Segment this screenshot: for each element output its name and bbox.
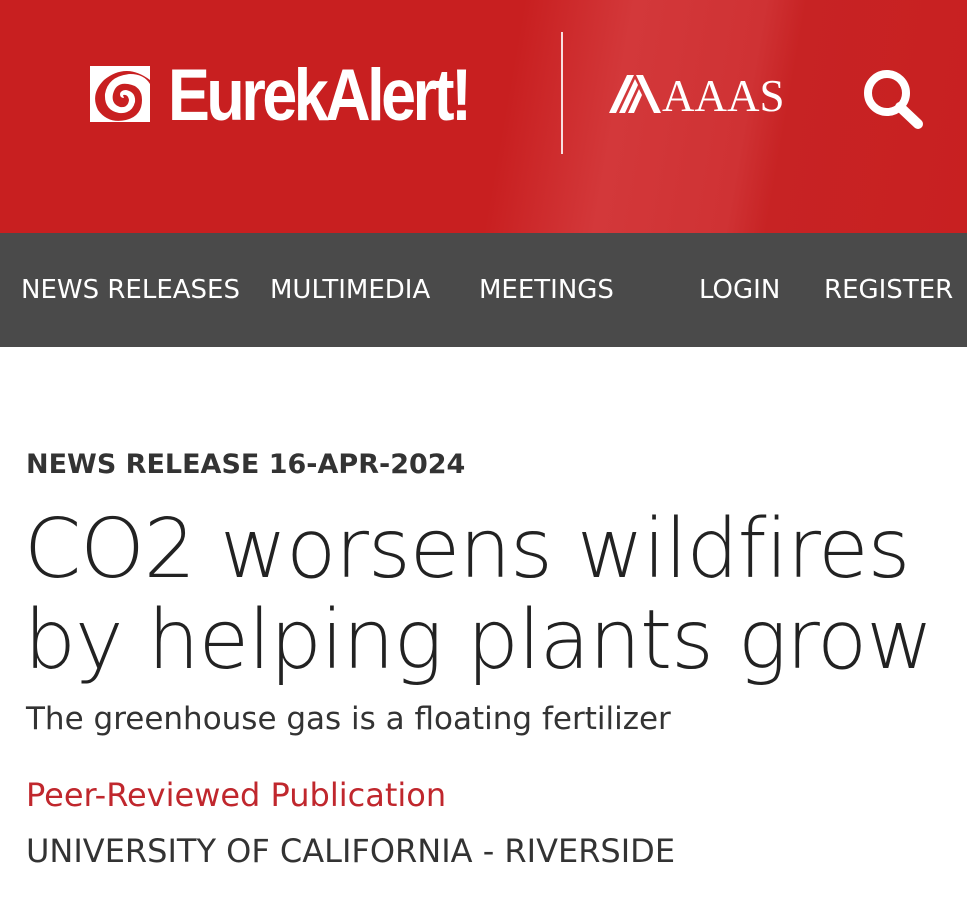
article-title-line-1: CO2 worsens wildfires: [24, 502, 910, 597]
article-subtitle: The greenhouse gas is a floating fertili…: [26, 701, 671, 737]
article-title-line-2: by helping plants grow: [24, 593, 933, 688]
nav-news-releases[interactable]: NEWS RELEASES: [21, 233, 240, 347]
eurekalert-logo-text[interactable]: EurekAlert!: [168, 52, 472, 140]
search-icon[interactable]: [860, 66, 924, 130]
nav-register[interactable]: REGISTER: [824, 233, 953, 347]
aaas-mark-icon: [609, 75, 661, 113]
aaas-logo-text[interactable]: AAAS: [662, 70, 785, 122]
main-nav: NEWS RELEASES MULTIMEDIA MEETINGS LOGIN …: [0, 233, 967, 347]
nav-meetings[interactable]: MEETINGS: [479, 233, 614, 347]
header-divider: [561, 32, 563, 154]
site-header: EurekAlert! AAAS: [0, 0, 967, 233]
institution-link[interactable]: UNIVERSITY OF CALIFORNIA - RIVERSIDE: [26, 829, 675, 873]
article-title: CO2 worsens wildfires by helping plants …: [24, 504, 954, 686]
nav-multimedia[interactable]: MULTIMEDIA: [270, 233, 430, 347]
publication-type-link[interactable]: Peer-Reviewed Publication: [26, 773, 446, 817]
eurekalert-swirl-icon[interactable]: [86, 60, 154, 126]
nav-login[interactable]: LOGIN: [699, 233, 780, 347]
release-date-label: NEWS RELEASE 16-APR-2024: [26, 449, 466, 480]
